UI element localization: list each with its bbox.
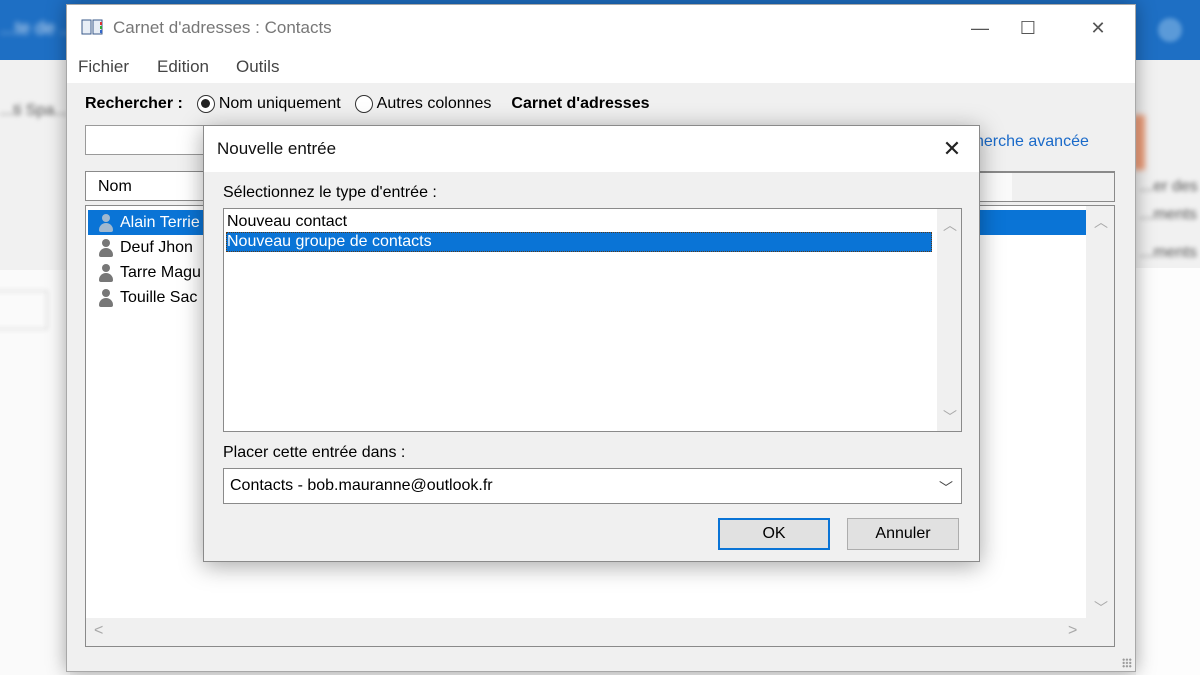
background-left-pane	[0, 270, 70, 675]
scroll-down-icon[interactable]: ﹀	[943, 407, 957, 427]
close-button[interactable]: ✕	[1075, 13, 1121, 43]
place-entry-label: Placer cette entrée dans :	[223, 444, 406, 461]
search-options: Rechercher : Nom uniquement Autres colon…	[85, 95, 650, 113]
place-entry-dropdown[interactable]: Contacts - bob.mauranne@outlook.fr ﹀	[223, 468, 962, 504]
entry-type-new-contact[interactable]: Nouveau contact	[226, 212, 932, 232]
ok-button[interactable]: OK	[718, 518, 830, 550]
contact-name: Tarre Magu	[120, 263, 201, 281]
address-book-dropdown[interactable]	[977, 172, 1115, 202]
search-label: Rechercher :	[85, 95, 183, 112]
dialog-titlebar[interactable]: Nouvelle entrée ✕	[204, 126, 979, 172]
search-input[interactable]	[85, 125, 205, 155]
entry-type-label: Sélectionnez le type d'entrée :	[223, 184, 437, 201]
cancel-button[interactable]: Annuler	[847, 518, 959, 550]
address-book-label: Carnet d'adresses	[511, 95, 650, 112]
resize-grip-icon[interactable]	[1122, 658, 1132, 668]
contact-name: Deuf Jhon	[120, 238, 193, 256]
background-dropdown	[0, 290, 48, 330]
maximize-button[interactable]: ☐	[1005, 13, 1051, 43]
background-app-title: ...te de ...	[0, 18, 76, 38]
scroll-down-icon[interactable]: ﹀	[1094, 598, 1108, 618]
scroll-up-icon[interactable]: ︿	[943, 215, 957, 235]
radio-name-only[interactable]	[196, 95, 215, 113]
radio-other-columns[interactable]	[354, 95, 373, 113]
menu-outils[interactable]: Outils	[236, 57, 279, 77]
address-book-icon	[81, 19, 103, 35]
background-ribbon-text: ...er des	[1140, 178, 1198, 195]
menu-edition[interactable]: Edition	[157, 57, 209, 77]
background-ribbon-text: ...ti Spa...	[0, 102, 68, 119]
scroll-left-icon[interactable]: <	[94, 622, 103, 640]
background-right-pane	[1136, 268, 1200, 675]
contact-name: Alain Terrie	[120, 213, 200, 231]
column-header-name[interactable]: Nom	[98, 178, 132, 196]
menu-bar: Fichier Edition Outils	[67, 49, 1135, 83]
background-ribbon-text: ...ments	[1140, 244, 1197, 261]
scroll-right-icon[interactable]: >	[1068, 622, 1077, 640]
menu-fichier[interactable]: Fichier	[78, 57, 129, 77]
background-ribbon-text: ...ments	[1140, 206, 1197, 223]
new-entry-dialog: Nouvelle entrée ✕ Sélectionnez le type d…	[203, 125, 980, 562]
entry-type-list: Nouveau contact Nouveau groupe de contac…	[223, 208, 962, 432]
vertical-scrollbar[interactable]: ︿ ﹀	[1086, 206, 1114, 618]
contact-icon	[98, 213, 114, 233]
contact-icon	[98, 238, 114, 258]
radio-other-columns-label[interactable]: Autres colonnes	[377, 95, 492, 113]
chevron-down-icon[interactable]: ﹀	[939, 478, 953, 498]
radio-name-only-label[interactable]: Nom uniquement	[219, 95, 341, 113]
dialog-close-button[interactable]: ✕	[937, 134, 967, 164]
place-entry-value: Contacts - bob.mauranne@outlook.fr	[230, 477, 493, 494]
background-profile-icon	[1158, 18, 1182, 42]
minimize-button[interactable]: —	[957, 13, 1003, 43]
window-title: Carnet d'adresses : Contacts	[113, 18, 332, 37]
contact-icon	[98, 288, 114, 308]
dialog-title: Nouvelle entrée	[217, 139, 337, 158]
window-titlebar[interactable]: Carnet d'adresses : Contacts — ☐ ✕	[67, 5, 1135, 49]
contact-name: Touille Sac	[120, 288, 198, 306]
contact-icon	[98, 263, 114, 283]
entry-type-new-contact-group[interactable]: Nouveau groupe de contacts	[226, 232, 932, 252]
entry-type-scrollbar[interactable]: ︿ ﹀	[937, 209, 961, 431]
scroll-up-icon[interactable]: ︿	[1094, 212, 1108, 232]
horizontal-scrollbar[interactable]: < >	[86, 618, 1114, 646]
advanced-search-link[interactable]: herche avancée	[975, 133, 1089, 151]
